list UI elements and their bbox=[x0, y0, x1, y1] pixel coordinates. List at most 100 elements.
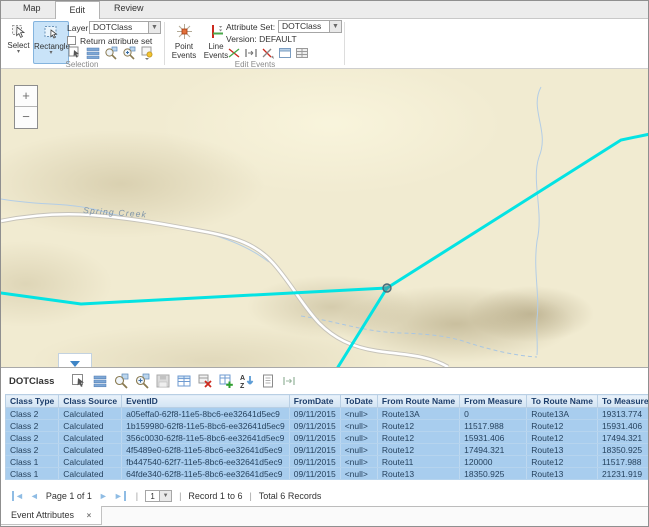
column-header[interactable]: ToDate bbox=[340, 395, 377, 408]
select-features-icon[interactable] bbox=[68, 46, 82, 60]
point-events-button[interactable]: Point Events bbox=[169, 21, 199, 64]
table-cell[interactable]: <null> bbox=[340, 432, 377, 444]
list-icon[interactable] bbox=[86, 46, 100, 60]
select-tool-caret[interactable]: ▾ bbox=[5, 50, 32, 54]
attribute-set-dropdown[interactable]: DOTClass bbox=[278, 20, 330, 33]
table-cell[interactable]: a05effa0-62f8-11e5-8bc6-ee32641d5ec9 bbox=[122, 408, 290, 420]
table-cell[interactable]: 1b159980-62f8-11e5-8bc6-ee32641d5ec9 bbox=[122, 420, 290, 432]
table-cell[interactable]: 09/11/2015 bbox=[289, 432, 340, 444]
page-number-input[interactable]: 1 bbox=[145, 490, 160, 502]
table-cell[interactable]: Route12 bbox=[527, 420, 598, 432]
zoom-out-button[interactable]: − bbox=[15, 107, 37, 128]
column-header[interactable]: EventID bbox=[122, 395, 290, 408]
route-line-south[interactable] bbox=[338, 288, 387, 367]
previous-page-button[interactable]: ◄ bbox=[30, 491, 39, 501]
table-cell[interactable]: 09/11/2015 bbox=[289, 408, 340, 420]
tab-map[interactable]: Map bbox=[9, 0, 55, 18]
table-cell[interactable]: 11517.988 bbox=[460, 420, 527, 432]
table-row[interactable]: Class 2Calculated1b159980-62f8-11e5-8bc6… bbox=[6, 420, 649, 432]
table-cell[interactable]: Class 2 bbox=[6, 408, 59, 420]
table-cell[interactable]: Class 1 bbox=[6, 468, 59, 480]
table-cell[interactable]: 356c0030-62f8-11e5-8bc6-ee32641d5ec9 bbox=[122, 432, 290, 444]
pan-to-selection-icon[interactable] bbox=[122, 46, 136, 60]
zoom-to-selection-icon[interactable] bbox=[104, 46, 118, 60]
rectangle-tool-button[interactable]: Rectangle ▾ bbox=[33, 21, 69, 64]
table-cell[interactable]: 15931.406 bbox=[597, 420, 649, 432]
column-header[interactable]: From Measure bbox=[460, 395, 527, 408]
table-cell[interactable]: Calculated bbox=[59, 456, 122, 468]
first-page-button[interactable]: ◄ bbox=[12, 491, 24, 501]
table-cell[interactable]: Route13 bbox=[527, 444, 598, 456]
show-menu-icon[interactable] bbox=[91, 372, 109, 390]
attribute-set-dropdown-arrow[interactable]: ▼ bbox=[329, 20, 342, 33]
table-cell[interactable]: Calculated bbox=[59, 444, 122, 456]
add-record-icon[interactable] bbox=[217, 372, 235, 390]
attribute-table-icon[interactable] bbox=[175, 372, 193, 390]
page-number-dropdown-arrow[interactable]: ▼ bbox=[160, 490, 172, 502]
table-icon[interactable] bbox=[295, 46, 309, 60]
route-junction-marker[interactable] bbox=[383, 284, 391, 292]
select-tool-button[interactable]: Select ▾ bbox=[5, 21, 32, 64]
selectable-layers-icon[interactable] bbox=[140, 46, 154, 60]
return-attribute-set-checkbox[interactable] bbox=[67, 36, 76, 45]
route-line-northeast[interactable] bbox=[387, 134, 649, 288]
column-header[interactable]: To Measure bbox=[597, 395, 649, 408]
route-line-west[interactable] bbox=[1, 288, 387, 304]
table-cell[interactable]: 120000 bbox=[460, 456, 527, 468]
table-cell[interactable]: Route12 bbox=[377, 420, 459, 432]
table-cell[interactable]: Route11 bbox=[377, 456, 459, 468]
table-cell[interactable]: <null> bbox=[340, 420, 377, 432]
report-icon[interactable] bbox=[259, 372, 277, 390]
table-row[interactable]: Class 2Calculated356c0030-62f8-11e5-8bc6… bbox=[6, 432, 649, 444]
close-icon[interactable]: × bbox=[87, 511, 92, 520]
table-row[interactable]: Class 2Calculateda05effa0-62f8-11e5-8bc6… bbox=[6, 408, 649, 420]
table-cell[interactable]: 09/11/2015 bbox=[289, 456, 340, 468]
table-cell[interactable]: Route13A bbox=[527, 408, 598, 420]
column-header[interactable]: From Route Name bbox=[377, 395, 459, 408]
table-cell[interactable]: Class 2 bbox=[6, 420, 59, 432]
table-cell[interactable]: Class 2 bbox=[6, 432, 59, 444]
table-cell[interactable]: Calculated bbox=[59, 468, 122, 480]
table-cell[interactable]: Route13 bbox=[377, 468, 459, 480]
table-cell[interactable]: 21231.919 bbox=[597, 468, 649, 480]
table-cell[interactable]: 17494.321 bbox=[597, 432, 649, 444]
tab-event-attributes[interactable]: Event Attributes × bbox=[1, 506, 102, 525]
column-header[interactable]: Class Type bbox=[6, 395, 59, 408]
table-cell[interactable]: Calculated bbox=[59, 420, 122, 432]
table-row[interactable]: Class 1Calculatedfb447540-62f7-11e5-8bc6… bbox=[6, 456, 649, 468]
zoom-in-button[interactable]: + bbox=[15, 86, 37, 107]
pan-to-record-icon[interactable] bbox=[133, 372, 151, 390]
table-cell[interactable]: Class 1 bbox=[6, 456, 59, 468]
panel-icon[interactable] bbox=[278, 46, 292, 60]
table-cell[interactable]: Route12 bbox=[377, 444, 459, 456]
table-cell[interactable]: 19313.774 bbox=[597, 408, 649, 420]
table-cell[interactable]: Route12 bbox=[377, 432, 459, 444]
table-cell[interactable]: 11517.988 bbox=[597, 456, 649, 468]
select-records-icon[interactable] bbox=[70, 372, 88, 390]
next-page-button[interactable]: ► bbox=[99, 491, 108, 501]
table-cell[interactable]: Route12 bbox=[527, 432, 598, 444]
table-cell[interactable]: 09/11/2015 bbox=[289, 420, 340, 432]
table-cell[interactable]: <null> bbox=[340, 468, 377, 480]
trim-event-icon[interactable] bbox=[261, 46, 275, 60]
table-cell[interactable]: 0 bbox=[460, 408, 527, 420]
table-cell[interactable]: fb447540-62f7-11e5-8bc6-ee32641d5ec9 bbox=[122, 456, 290, 468]
save-icon[interactable] bbox=[154, 372, 172, 390]
table-row[interactable]: Class 1Calculated64fde340-62f8-11e5-8bc6… bbox=[6, 468, 649, 480]
table-cell[interactable]: 09/11/2015 bbox=[289, 468, 340, 480]
table-cell[interactable]: <null> bbox=[340, 456, 377, 468]
tab-review[interactable]: Review bbox=[100, 0, 158, 18]
column-header[interactable]: To Route Name bbox=[527, 395, 598, 408]
map-canvas[interactable]: Spring Creek + − bbox=[1, 69, 649, 367]
table-cell[interactable]: <null> bbox=[340, 408, 377, 420]
merge-event-icon[interactable] bbox=[244, 46, 258, 60]
table-cell[interactable]: 18350.925 bbox=[597, 444, 649, 456]
table-cell[interactable]: Calculated bbox=[59, 408, 122, 420]
split-event-icon[interactable] bbox=[227, 46, 241, 60]
measure-brackets-icon[interactable] bbox=[280, 372, 298, 390]
table-cell[interactable]: Route13A bbox=[377, 408, 459, 420]
table-cell[interactable]: Calculated bbox=[59, 432, 122, 444]
delete-record-icon[interactable] bbox=[196, 372, 214, 390]
layer-dropdown[interactable]: DOTClass bbox=[89, 21, 149, 34]
column-header[interactable]: Class Source bbox=[59, 395, 122, 408]
